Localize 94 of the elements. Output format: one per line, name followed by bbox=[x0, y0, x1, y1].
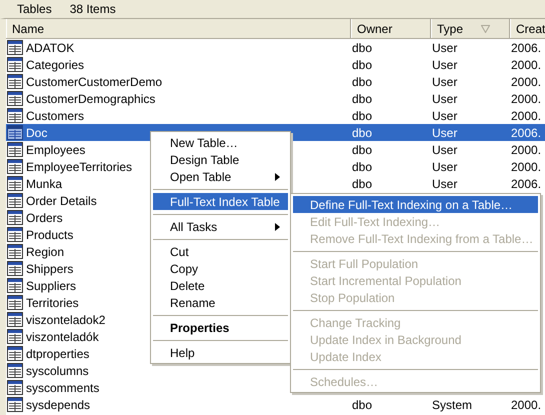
table-name[interactable]: Suppliers bbox=[25, 278, 78, 292]
table-icon bbox=[7, 329, 23, 344]
table-cell: 2000. bbox=[511, 108, 542, 122]
table-cell: User bbox=[432, 58, 458, 72]
menu-item[interactable]: Copy bbox=[153, 260, 288, 277]
table-cell: 2000. bbox=[511, 58, 542, 72]
table-name[interactable]: Munka bbox=[25, 176, 64, 190]
table-cell: User bbox=[432, 40, 458, 54]
menu-item[interactable]: Define Full-Text Indexing on a Table… bbox=[293, 196, 538, 213]
table-name[interactable]: Orders bbox=[25, 210, 64, 224]
table-icon bbox=[7, 261, 23, 276]
table-name[interactable]: ADATOK bbox=[25, 40, 76, 54]
table-icon bbox=[7, 278, 23, 293]
menu-item[interactable]: Properties bbox=[153, 319, 288, 336]
table-cell: dbo bbox=[352, 160, 372, 174]
table-name[interactable]: CustomerCustomerDemo bbox=[25, 74, 164, 88]
table-cell: 2006. bbox=[511, 126, 542, 140]
table-icon bbox=[7, 57, 23, 72]
column-header[interactable]: Name bbox=[6, 19, 351, 38]
table-name[interactable]: Categories bbox=[25, 58, 86, 72]
table-cell: 2006. bbox=[511, 176, 542, 190]
table-icon bbox=[7, 380, 23, 395]
table-icon bbox=[7, 108, 23, 123]
table-cell: dbo bbox=[352, 126, 372, 140]
table-name[interactable]: viszonteladók bbox=[25, 330, 100, 344]
table-icon bbox=[7, 142, 23, 157]
table-name[interactable]: Customers bbox=[25, 108, 86, 122]
table-icon bbox=[7, 227, 23, 242]
table-cell: 2000. bbox=[511, 92, 542, 106]
table-name[interactable]: syscomments bbox=[25, 380, 100, 394]
table-icon bbox=[7, 363, 23, 378]
menu-item[interactable]: Help bbox=[153, 344, 288, 361]
table-name[interactable]: viszonteladok2 bbox=[25, 312, 106, 326]
table-cell: User bbox=[432, 176, 458, 190]
table-cell: User bbox=[432, 92, 458, 106]
table-icon bbox=[7, 74, 23, 89]
table-name[interactable]: Territories bbox=[25, 296, 80, 310]
table-cell: dbo bbox=[352, 58, 372, 72]
menu-item[interactable]: Open Table bbox=[153, 168, 288, 185]
table-cell: 2006. bbox=[511, 40, 542, 54]
menu-item[interactable]: Rename bbox=[153, 294, 288, 311]
table-icon bbox=[7, 91, 23, 106]
table-cell: 2000. bbox=[511, 398, 542, 412]
table-icon bbox=[7, 40, 23, 55]
table-name[interactable]: Doc bbox=[25, 126, 48, 140]
table-cell: dbo bbox=[352, 40, 372, 54]
table-icon bbox=[7, 193, 23, 208]
table-name[interactable]: dtproperties bbox=[25, 346, 90, 360]
menu-item[interactable]: New Table… bbox=[153, 134, 288, 151]
menu-item[interactable]: Design Table bbox=[153, 151, 288, 168]
table-cell: User bbox=[432, 142, 458, 156]
table-icon bbox=[7, 159, 23, 174]
table-cell: dbo bbox=[352, 142, 372, 156]
table-name[interactable]: Products bbox=[25, 228, 74, 242]
submenu-arrow-icon bbox=[275, 222, 280, 230]
table-icon bbox=[7, 346, 23, 361]
table-name[interactable]: EmployeeTerritories bbox=[25, 160, 134, 174]
column-header[interactable]: Type bbox=[431, 19, 510, 38]
table-name[interactable]: Shippers bbox=[25, 262, 74, 276]
menu-item[interactable]: Delete bbox=[153, 277, 288, 294]
menu-item[interactable]: All Tasks bbox=[153, 218, 288, 235]
table-icon bbox=[7, 210, 23, 225]
table-cell: dbo bbox=[352, 176, 372, 190]
table-name[interactable]: Employees bbox=[25, 142, 86, 156]
sort-icon bbox=[481, 24, 490, 32]
table-name[interactable]: syscolumns bbox=[25, 364, 90, 378]
table-name[interactable]: Region bbox=[25, 244, 66, 258]
table-cell: dbo bbox=[352, 398, 372, 412]
table-icon bbox=[7, 176, 23, 191]
table-cell: System bbox=[432, 398, 472, 412]
table-cell: User bbox=[432, 160, 458, 174]
table-cell: dbo bbox=[352, 92, 372, 106]
menu-item[interactable]: Full-Text Index Table bbox=[153, 193, 288, 210]
table-name[interactable]: Order Details bbox=[25, 194, 98, 208]
table-icon bbox=[7, 312, 23, 327]
column-header[interactable]: Creat bbox=[510, 19, 545, 38]
submenu-arrow-icon bbox=[275, 172, 280, 180]
table-cell: 2000. bbox=[511, 74, 542, 88]
panel-title: Tables bbox=[17, 2, 52, 16]
table-icon bbox=[7, 244, 23, 259]
table-cell: dbo bbox=[352, 74, 372, 88]
table-cell: User bbox=[432, 74, 458, 88]
menu-item[interactable]: Cut bbox=[153, 243, 288, 260]
table-icon bbox=[7, 125, 23, 140]
table-cell: 2000. bbox=[511, 142, 542, 156]
table-cell: User bbox=[432, 108, 458, 122]
item-count: 38 Items bbox=[70, 2, 116, 16]
table-cell: User bbox=[432, 126, 458, 140]
table-name[interactable]: sysdepends bbox=[25, 398, 92, 412]
table-icon bbox=[7, 397, 23, 412]
table-name[interactable]: CustomerDemographics bbox=[25, 92, 156, 106]
table-cell: 2000. bbox=[511, 160, 542, 174]
table-icon bbox=[7, 295, 23, 310]
table-cell: dbo bbox=[352, 108, 372, 122]
